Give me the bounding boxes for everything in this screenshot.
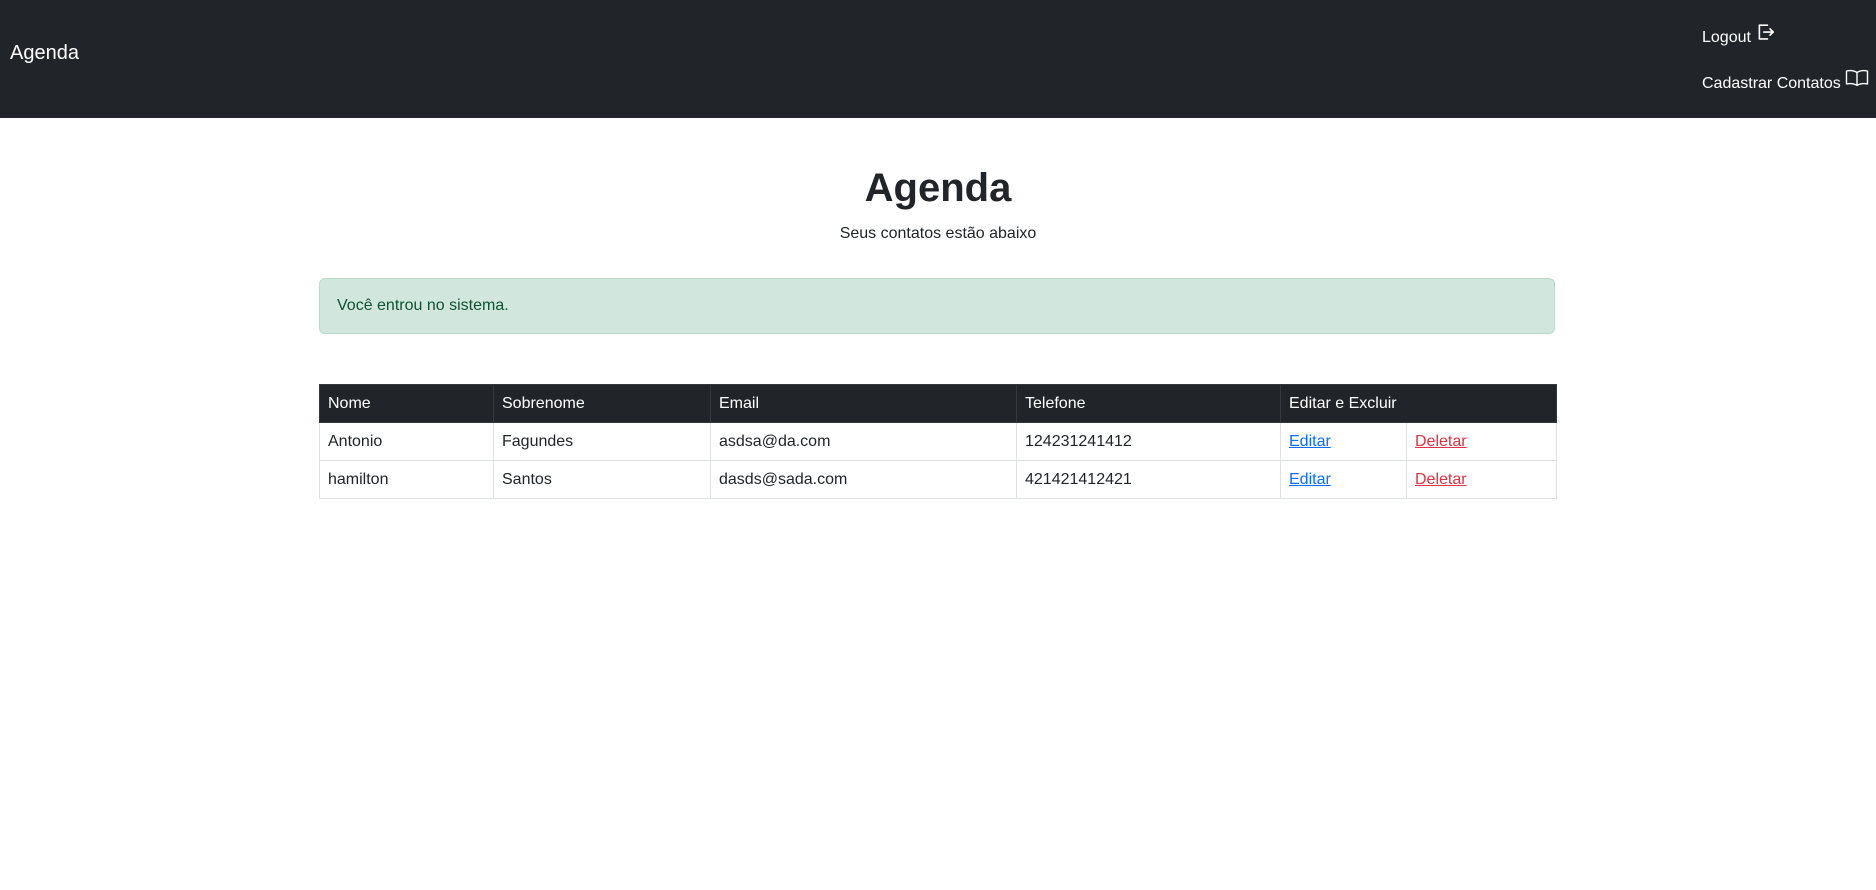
cadastrar-contatos-label: Cadastrar Contatos	[1702, 75, 1841, 92]
contacts-table: Nome Sobrenome Email Telefone Editar e E…	[319, 384, 1557, 499]
cell-email: dasds@sada.com	[710, 460, 1017, 499]
column-header-nome: Nome	[319, 384, 494, 423]
page-subtitle: Seus contatos estão abaixo	[839, 225, 1037, 242]
cell-nome: Antonio	[319, 422, 494, 461]
logout-icon	[1755, 22, 1775, 46]
success-alert: Você entrou no sistema.	[319, 278, 1555, 334]
table-header-row: Nome Sobrenome Email Telefone Editar e E…	[319, 384, 1557, 423]
table-row: Antonio Fagundes asdsa@da.com 1242312414…	[319, 422, 1557, 461]
cell-telefone: 124231241412	[1016, 422, 1281, 461]
navbar-brand[interactable]: Agenda	[10, 43, 79, 63]
alert-message: Você entrou no sistema.	[337, 297, 509, 314]
logout-label: Logout	[1702, 29, 1751, 46]
cell-sobrenome: Santos	[493, 460, 711, 499]
cell-telefone: 421421412421	[1016, 460, 1281, 499]
cell-nome: hamilton	[319, 460, 494, 499]
column-header-telefone: Telefone	[1016, 384, 1281, 423]
logout-link[interactable]: Logout	[1702, 22, 1775, 46]
column-header-email: Email	[710, 384, 1017, 423]
cell-edit: Editar	[1280, 460, 1407, 499]
cell-sobrenome: Fagundes	[493, 422, 711, 461]
page-title: Agenda	[864, 166, 1012, 210]
cell-edit: Editar	[1280, 422, 1407, 461]
table-row: hamilton Santos dasds@sada.com 421421412…	[319, 460, 1557, 499]
cell-delete: Deletar	[1406, 460, 1557, 499]
column-header-editar-excluir: Editar e Excluir	[1280, 384, 1557, 423]
delete-link[interactable]: Deletar	[1415, 433, 1467, 450]
cell-email: asdsa@da.com	[710, 422, 1017, 461]
cadastrar-contatos-link[interactable]: Cadastrar Contatos	[1702, 68, 1869, 92]
cell-delete: Deletar	[1406, 422, 1557, 461]
column-header-sobrenome: Sobrenome	[493, 384, 711, 423]
navbar: Agenda Logout Cadastrar Contatos	[0, 0, 1876, 118]
edit-link[interactable]: Editar	[1289, 433, 1331, 450]
book-icon	[1845, 68, 1869, 92]
delete-link[interactable]: Deletar	[1415, 471, 1467, 488]
edit-link[interactable]: Editar	[1289, 471, 1331, 488]
